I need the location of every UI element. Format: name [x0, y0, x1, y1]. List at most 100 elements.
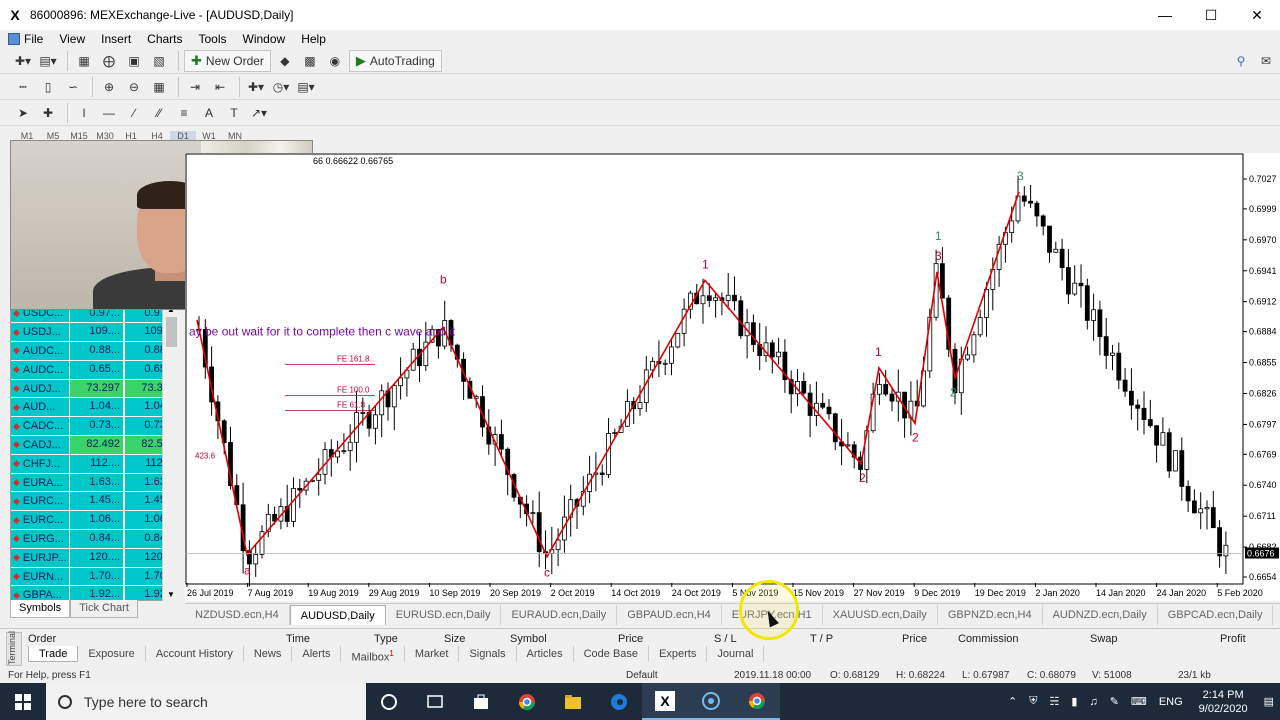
arrows-icon[interactable]: ↗▾: [248, 102, 270, 124]
notifications-icon[interactable]: ▤: [1264, 695, 1274, 708]
vertical-line-icon[interactable]: ǀ: [73, 102, 95, 124]
fibonacci-icon[interactable]: ≡: [173, 102, 195, 124]
menu-insert[interactable]: Insert: [93, 32, 139, 46]
new-chart-icon[interactable]: ✚▾: [12, 50, 34, 72]
market-watch-row[interactable]: ◆ AUDJ... 73.297 73.306: [11, 379, 179, 398]
new-order-button[interactable]: ✚ New Order: [184, 49, 271, 72]
chrome-window-icon[interactable]: [734, 683, 780, 720]
menu-file[interactable]: File: [0, 32, 51, 46]
auto-scroll-icon[interactable]: ⇥: [184, 76, 206, 98]
tab-tick-chart[interactable]: Tick Chart: [70, 600, 138, 618]
market-watch-row[interactable]: ◆ EURC... 1.06... 1.06...: [11, 511, 179, 530]
terminal-tab[interactable]: Account History: [146, 646, 244, 662]
cortana-icon[interactable]: [366, 683, 412, 720]
price-chart[interactable]: 0.7027 0.6999 0.6970 0.6941 0.6912 0.6884 0.68…: [185, 153, 1280, 601]
indicators-icon[interactable]: ✚▾: [245, 76, 267, 98]
text-icon[interactable]: A: [198, 102, 220, 124]
navigator-icon[interactable]: ▣: [123, 50, 145, 72]
menu-view[interactable]: View: [51, 32, 93, 46]
battery-icon[interactable]: ▮: [1071, 695, 1077, 708]
terminal-column-header[interactable]: Price: [618, 633, 643, 645]
scroll-thumb[interactable]: [166, 317, 177, 347]
terminal-column-header[interactable]: T / P: [810, 633, 833, 645]
terminal-tab[interactable]: Signals: [459, 646, 517, 662]
language-indicator[interactable]: ENG: [1159, 696, 1183, 708]
terminal-column-header[interactable]: Swap: [1090, 633, 1118, 645]
zoom-in-icon[interactable]: ⊕: [98, 76, 120, 98]
metaeditor-icon[interactable]: ◆: [274, 50, 296, 72]
chart-tab[interactable]: GBPAUD.ecn,H4: [617, 604, 722, 625]
terminal-column-header[interactable]: Type: [374, 633, 398, 645]
terminal-column-header[interactable]: Symbol: [510, 633, 547, 645]
file-explorer-icon[interactable]: [550, 683, 596, 720]
chart-tab[interactable]: GBPNZD.ecn,H4: [938, 604, 1043, 625]
market-watch-row[interactable]: ◆ EURJP... 120.... 120....: [11, 548, 179, 567]
chrome-icon[interactable]: [504, 683, 550, 720]
menu-help[interactable]: Help: [293, 32, 334, 46]
menu-window[interactable]: Window: [235, 32, 294, 46]
terminal-tab[interactable]: Experts: [649, 646, 708, 662]
templates-icon[interactable]: ▤▾: [295, 76, 317, 98]
pen-icon[interactable]: ✎: [1110, 695, 1119, 708]
data-window-icon[interactable]: ⨁: [98, 50, 120, 72]
cursor-icon[interactable]: ➤: [12, 102, 34, 124]
market-watch-row[interactable]: ◆ AUD... 1.04... 1.04...: [11, 398, 179, 417]
terminal-tab[interactable]: News: [244, 646, 293, 662]
close-icon[interactable]: ✕: [1234, 7, 1280, 24]
chart-tab[interactable]: A: [1273, 605, 1280, 625]
terminal-column-header[interactable]: Price: [902, 633, 927, 645]
terminal-column-header[interactable]: Commission: [958, 633, 1019, 645]
taskbar-search[interactable]: Type here to search: [46, 683, 366, 720]
search-icon[interactable]: ⚲: [1230, 50, 1252, 72]
start-button[interactable]: [0, 683, 46, 720]
menu-tools[interactable]: Tools: [191, 32, 235, 46]
terminal-tab[interactable]: Articles: [517, 646, 574, 662]
task-view-icon[interactable]: [412, 683, 458, 720]
market-watch-row[interactable]: ◆ EURA... 1.63... 1.63...: [11, 473, 179, 492]
market-watch-row[interactable]: ◆ EURC... 1.45... 1.45...: [11, 492, 179, 511]
chart-canvas[interactable]: 0.7027 0.6999 0.6970 0.6941 0.6912 0.6884 0.68…: [185, 153, 1280, 601]
candlestick-icon[interactable]: ▯: [37, 76, 59, 98]
trendline-icon[interactable]: ∕: [123, 102, 145, 124]
chart-tab[interactable]: EURUSD.ecn,Daily: [386, 604, 502, 625]
equidistant-channel-icon[interactable]: ∕∕: [148, 102, 170, 124]
autotrading-button[interactable]: ▶ AutoTrading: [348, 49, 442, 72]
chart-shift-icon[interactable]: ⇤: [209, 76, 231, 98]
market-watch-row[interactable]: ◆ GBPA... 1.92... 1.92...: [11, 586, 179, 600]
clock[interactable]: 2:14 PM 9/02/2020: [1199, 688, 1248, 716]
mt4-taskbar-icon[interactable]: X: [642, 683, 688, 720]
terminal-column-header[interactable]: S / L: [714, 633, 737, 645]
terminal-tab[interactable]: Market: [405, 646, 460, 662]
periods-icon[interactable]: ◷▾: [270, 76, 292, 98]
chart-tab[interactable]: AUDUSD,Daily: [289, 604, 386, 625]
terminal-tab[interactable]: Code Base: [574, 646, 650, 662]
chat-icon[interactable]: ✉: [1255, 50, 1277, 72]
market-watch-row[interactable]: ◆ EURN... 1.70... 1.70...: [11, 567, 179, 586]
tab-symbols[interactable]: Symbols: [10, 600, 71, 618]
signals-icon[interactable]: ◉: [324, 50, 346, 72]
chart-tab[interactable]: EURAUD.ecn,Daily: [501, 604, 618, 625]
menu-charts[interactable]: Charts: [139, 32, 190, 46]
terminal-tab[interactable]: Exposure: [78, 646, 146, 662]
chart-tab[interactable]: GBPCAD.ecn,Daily: [1158, 604, 1274, 625]
market-watch-row[interactable]: ◆ CADC... 0.73... 0.73...: [11, 417, 179, 436]
show-hidden-icons-icon[interactable]: ⌃: [1008, 695, 1017, 708]
store-icon[interactable]: [458, 683, 504, 720]
bar-chart-icon[interactable]: ┉: [12, 76, 34, 98]
terminal-side-label[interactable]: Terminal: [6, 631, 22, 666]
line-chart-icon[interactable]: ∽: [62, 76, 84, 98]
edge-icon[interactable]: [596, 683, 642, 720]
market-watch-row[interactable]: ◆ CADJ... 82.492 82.504: [11, 436, 179, 455]
terminal-tab[interactable]: Mailbox1: [341, 646, 405, 664]
market-watch-row[interactable]: ◆ AUDC... 0.65... 0.65...: [11, 360, 179, 379]
vps-icon[interactable]: ▩: [299, 50, 321, 72]
chart-tab[interactable]: AUDNZD.ecn,Daily: [1043, 604, 1158, 625]
scroll-down-icon[interactable]: ▼: [167, 590, 175, 599]
text-label-icon[interactable]: T: [223, 102, 245, 124]
keyboard-icon[interactable]: ⌨: [1131, 695, 1147, 708]
chart-tab[interactable]: NZDUSD.ecn,H4: [185, 604, 290, 625]
market-watch-row[interactable]: ◆ USDJ... 109.... 109....: [11, 323, 179, 342]
market-watch-row[interactable]: ◆ AUDC... 0.88... 0.88...: [11, 342, 179, 361]
market-watch-scrollbar[interactable]: ▲ ▼: [162, 303, 180, 601]
zoom-out-icon[interactable]: ⊖: [123, 76, 145, 98]
